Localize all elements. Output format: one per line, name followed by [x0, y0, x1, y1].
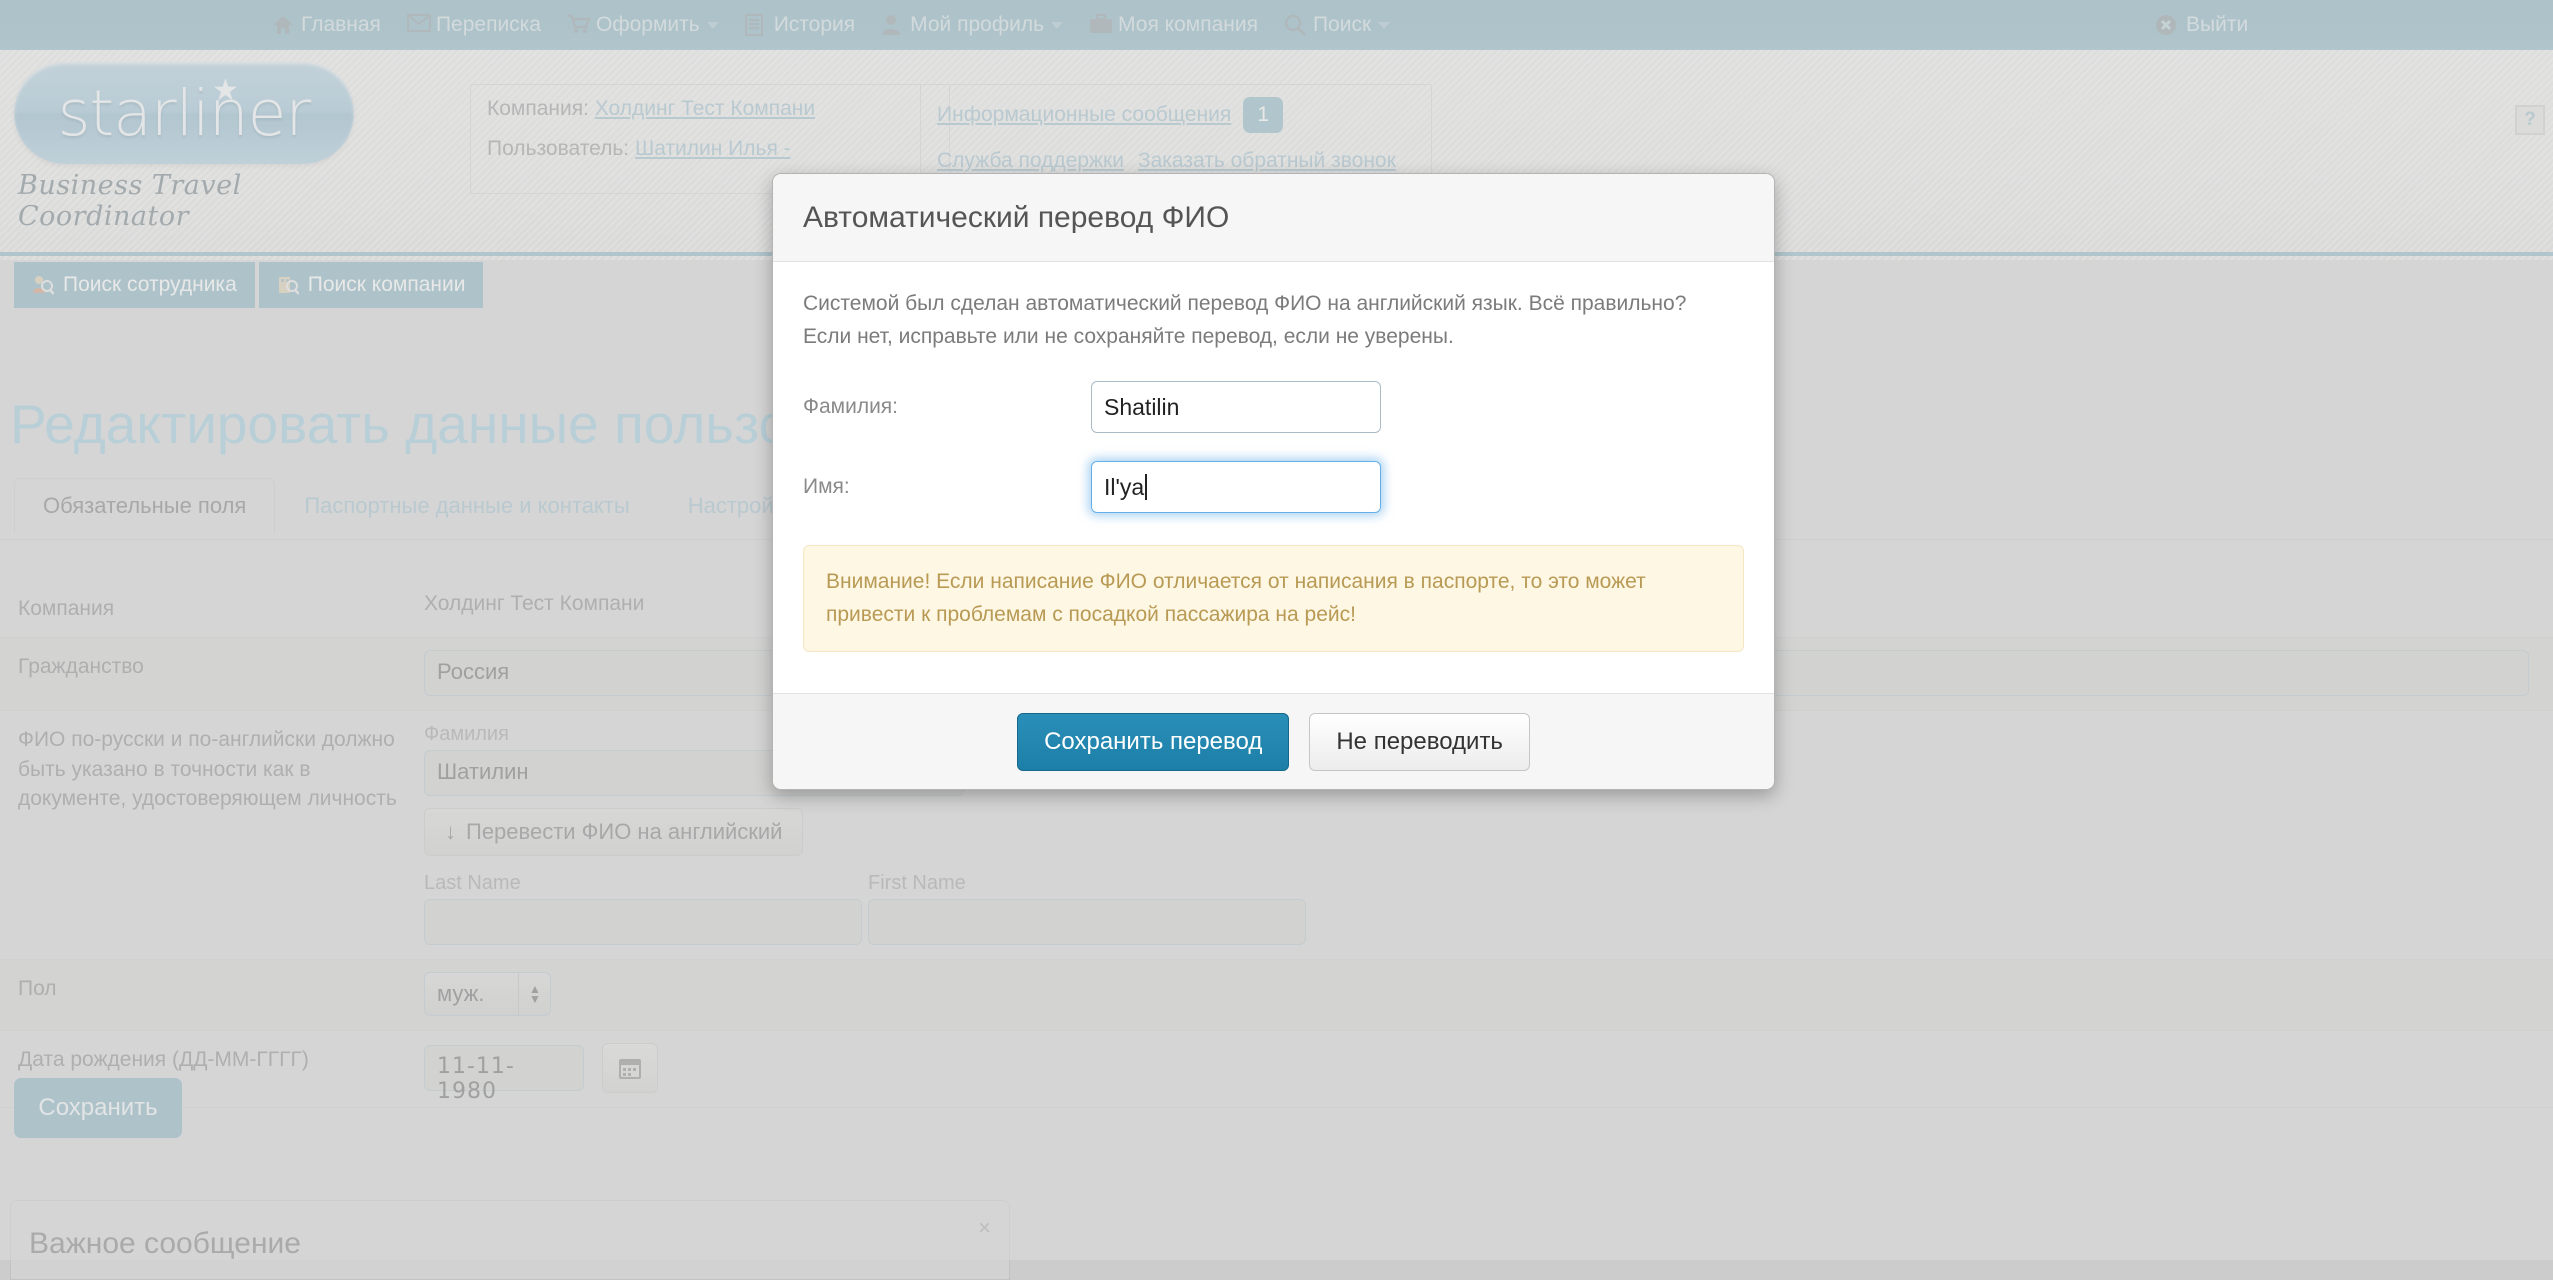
modal-warning-text: Внимание! Если написание ФИО отличается …	[826, 570, 1646, 626]
modal-firstname-label: Имя:	[803, 475, 850, 499]
modal-title: Автоматический перевод ФИО	[803, 200, 1230, 234]
auto-translate-modal: Автоматический перевод ФИО Системой был …	[772, 173, 1775, 790]
modal-surname-input[interactable]: Shatilin	[1091, 381, 1381, 434]
do-not-translate-button-label: Не переводить	[1336, 727, 1503, 755]
save-translation-button-label: Сохранить перевод	[1044, 727, 1263, 755]
modal-surname-label: Фамилия:	[803, 395, 899, 419]
modal-firstname-value: Il'ya	[1104, 473, 1145, 500]
modal-surname-value: Shatilin	[1104, 393, 1180, 420]
text-cursor	[1145, 474, 1148, 501]
do-not-translate-button[interactable]: Не переводить	[1309, 712, 1530, 771]
modal-warning-box: Внимание! Если написание ФИО отличается …	[803, 545, 1744, 653]
modal-footer: Сохранить перевод Не переводить	[773, 693, 1774, 789]
modal-row-firstname: Имя: Il'ya	[803, 461, 1744, 514]
modal-header: Автоматический перевод ФИО	[773, 174, 1774, 262]
modal-row-surname: Фамилия: Shatilin	[803, 381, 1744, 434]
modal-paragraph-2: Если нет, исправьте или не сохраняйте пе…	[803, 324, 1454, 348]
modal-body: Системой был сделан автоматический перев…	[773, 262, 1774, 693]
modal-firstname-input[interactable]: Il'ya	[1091, 461, 1381, 514]
save-translation-button[interactable]: Сохранить перевод	[1017, 712, 1290, 771]
modal-paragraph-1: Системой был сделан автоматический перев…	[803, 292, 1687, 315]
